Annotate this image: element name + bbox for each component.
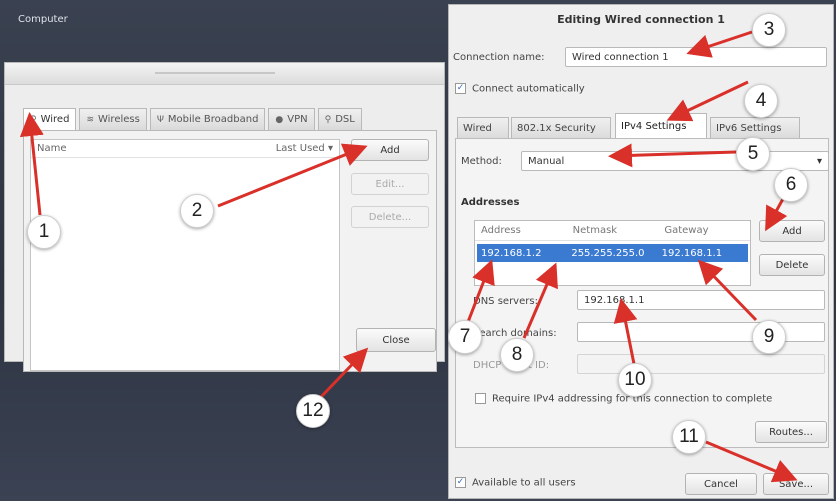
save-button[interactable]: Save...	[763, 473, 829, 495]
tab-dsl[interactable]: ⚲ DSL	[317, 108, 362, 130]
close-button[interactable]: Close	[356, 328, 436, 352]
address-cell[interactable]: 192.168.1.2	[477, 248, 567, 259]
tab-wired-settings[interactable]: Wired	[457, 117, 509, 138]
sort-down-icon: ▾	[327, 143, 333, 154]
connections-list-header: Name Last Used ▾	[31, 140, 339, 158]
column-name[interactable]: Name	[37, 143, 67, 154]
column-last-used-label: Last Used	[275, 143, 325, 154]
connect-automatically-label: Connect automatically	[472, 83, 585, 95]
callout-6: 6	[774, 168, 808, 202]
callout-4: 4	[744, 84, 778, 118]
delete-button[interactable]: Delete...	[351, 206, 429, 228]
tab-ipv4-settings[interactable]: IPv4 Settings	[615, 113, 707, 138]
antenna-icon: Ψ	[156, 114, 164, 125]
chevron-down-icon: ▾	[816, 155, 822, 167]
callout-2: 2	[180, 194, 214, 228]
dns-servers-input[interactable]: 192.168.1.1	[577, 290, 825, 310]
desktop-computer-label[interactable]: Computer	[18, 14, 68, 25]
connection-type-tabs: ⚲ Wired ≋ Wireless Ψ Mobile Broadband ● …	[23, 108, 365, 130]
column-address: Address	[481, 225, 521, 236]
table-row[interactable]: 192.168.1.2 255.255.255.0 192.168.1.1	[477, 244, 748, 262]
titlebar-grip	[155, 72, 275, 74]
gateway-cell[interactable]: 192.168.1.1	[658, 248, 748, 259]
callout-12: 12	[296, 394, 330, 428]
column-netmask: Netmask	[572, 225, 618, 236]
edit-connection-dialog: Editing Wired connection 1 Connection na…	[448, 4, 834, 499]
tab-mobile-broadband-label: Mobile Broadband	[167, 114, 259, 125]
connections-list[interactable]: Name Last Used ▾	[30, 139, 340, 371]
method-value: Manual	[528, 155, 565, 167]
method-select[interactable]: Manual ▾	[521, 151, 829, 171]
routes-button[interactable]: Routes...	[755, 421, 827, 443]
network-connections-window: ⚲ Wired ≋ Wireless Ψ Mobile Broadband ● …	[4, 62, 445, 372]
lock-icon: ●	[275, 114, 284, 125]
delete-address-button[interactable]: Delete	[759, 254, 825, 276]
cancel-button[interactable]: Cancel	[685, 473, 757, 495]
connection-name-input[interactable]: Wired connection 1	[565, 47, 827, 67]
add-address-button[interactable]: Add	[759, 220, 825, 242]
connection-name-label: Connection name:	[453, 52, 545, 63]
search-domains-input[interactable]	[577, 322, 825, 342]
tab-wired-label: Wired	[40, 114, 70, 125]
callout-8: 8	[500, 338, 534, 372]
callout-7: 7	[448, 320, 482, 354]
tab-ipv6-settings[interactable]: IPv6 Settings	[710, 117, 800, 138]
dns-servers-label: DNS servers:	[473, 296, 538, 307]
available-to-all-row[interactable]: ✓ Available to all users	[455, 477, 576, 489]
window-titlebar[interactable]	[5, 63, 444, 85]
tab-mobile-broadband[interactable]: Ψ Mobile Broadband	[149, 108, 266, 130]
wifi-icon: ≋	[86, 114, 94, 125]
callout-10: 10	[618, 363, 652, 397]
addresses-table[interactable]: Address Netmask Gateway 192.168.1.2 255.…	[474, 220, 751, 286]
connect-automatically-row[interactable]: ✓ Connect automatically	[455, 83, 585, 95]
tab-wireless[interactable]: ≋ Wireless	[79, 108, 147, 130]
addresses-table-header: Address Netmask Gateway	[475, 221, 750, 241]
callout-5: 5	[736, 137, 770, 171]
netmask-cell[interactable]: 255.255.255.0	[567, 248, 657, 259]
edit-button[interactable]: Edit...	[351, 173, 429, 195]
available-to-all-label: Available to all users	[472, 477, 576, 489]
callout-1: 1	[27, 215, 61, 249]
tab-dsl-label: DSL	[335, 114, 355, 125]
require-ipv4-row[interactable]: Require IPv4 addressing for this connect…	[475, 393, 772, 405]
tab-vpn-label: VPN	[287, 114, 308, 125]
column-last-used[interactable]: Last Used ▾	[276, 143, 333, 154]
tab-wireless-label: Wireless	[97, 114, 140, 125]
require-ipv4-checkbox[interactable]	[475, 393, 486, 404]
plug-icon: ⚲	[30, 114, 37, 125]
connect-automatically-checkbox[interactable]: ✓	[455, 83, 466, 94]
callout-3: 3	[752, 13, 786, 47]
callout-9: 9	[752, 320, 786, 354]
dhcp-client-id-input[interactable]	[577, 354, 825, 374]
column-gateway: Gateway	[664, 225, 709, 236]
add-button[interactable]: Add	[351, 139, 429, 161]
plug-icon: ⚲	[324, 114, 332, 125]
method-label: Method:	[461, 156, 502, 167]
addresses-heading: Addresses	[461, 197, 520, 208]
tab-8021x-security[interactable]: 802.1x Security	[511, 117, 611, 138]
tab-wired[interactable]: ⚲ Wired	[23, 108, 77, 130]
callout-11: 11	[672, 420, 706, 454]
tab-vpn[interactable]: ● VPN	[268, 108, 315, 130]
available-to-all-checkbox[interactable]: ✓	[455, 477, 466, 488]
